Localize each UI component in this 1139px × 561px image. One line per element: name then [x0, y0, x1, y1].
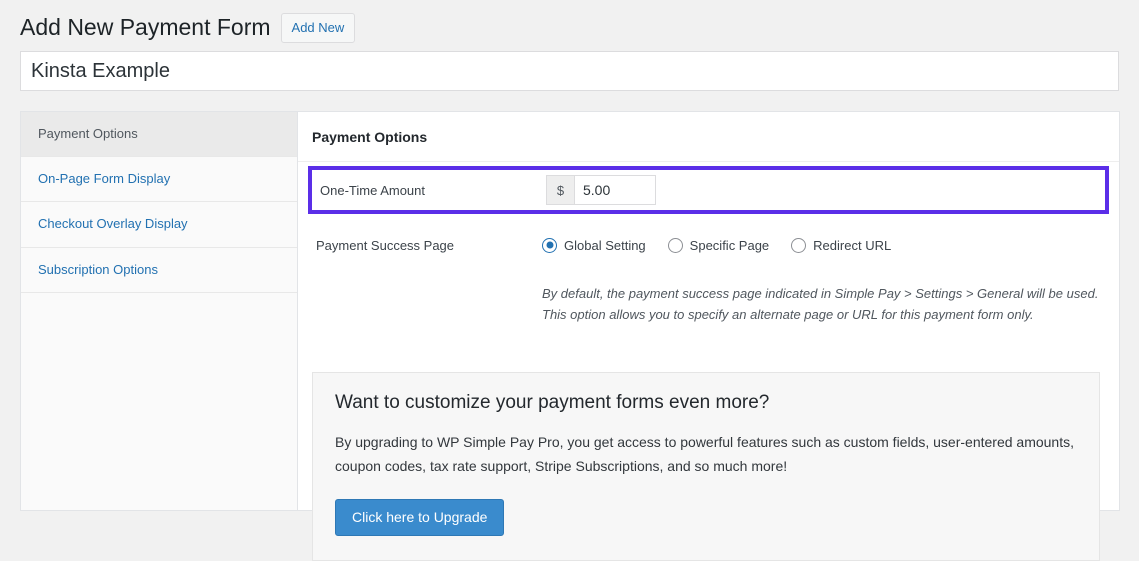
payment-form-metabox: Payment Options On-Page Form Display Che… — [20, 111, 1120, 561]
promo-text: By upgrading to WP Simple Pay Pro, you g… — [335, 434, 1074, 475]
tab-on-page-form-display[interactable]: On-Page Form Display — [21, 157, 297, 203]
settings-panel: Payment Options One-Time Amount $ Paymen… — [298, 112, 1119, 561]
radio-icon-selected — [542, 237, 557, 253]
settings-tab-list: Payment Options On-Page Form Display Che… — [21, 112, 298, 510]
amount-input[interactable] — [574, 175, 656, 205]
radio-label-redirect-url: Redirect URL — [813, 237, 892, 253]
panel-heading: Payment Options — [298, 112, 1119, 162]
form-title-wrapper — [0, 40, 1139, 91]
panel-body: One-Time Amount $ Payment Success Page G… — [298, 166, 1119, 561]
promo-title: Want to customize your payment forms eve… — [335, 391, 770, 413]
one-time-amount-row: One-Time Amount $ — [308, 166, 1109, 214]
payment-success-page-label: Payment Success Page — [316, 237, 455, 253]
radio-option-redirect-url[interactable]: Redirect URL — [791, 237, 892, 253]
description-line-1: By default, the payment success page ind… — [542, 286, 1099, 301]
radio-label-global-setting: Global Setting — [564, 237, 646, 253]
radio-icon-unselected — [791, 237, 807, 253]
amount-input-group: $ — [546, 175, 656, 205]
payment-success-page-field: Global Setting Specific Page Redirect UR… — [542, 237, 1105, 253]
upgrade-promo-box: Want to customize your payment forms eve… — [312, 371, 1100, 561]
radio-option-specific-page[interactable]: Specific Page — [667, 237, 770, 253]
upgrade-button[interactable]: Click here to Upgrade — [335, 498, 505, 536]
tab-subscription-options[interactable]: Subscription Options — [21, 247, 297, 293]
radio-icon-unselected — [667, 237, 683, 253]
radio-label-specific-page: Specific Page — [689, 237, 770, 253]
add-new-button[interactable]: Add New — [280, 13, 356, 43]
payment-success-page-description-row: By default, the payment success page ind… — [312, 266, 1105, 326]
form-title-input[interactable] — [20, 51, 1119, 91]
currency-symbol: $ — [546, 175, 574, 205]
payment-success-page-description: By default, the payment success page ind… — [542, 266, 1098, 326]
tab-checkout-overlay-display[interactable]: Checkout Overlay Display — [21, 202, 297, 248]
page-header: Add New Payment Form Add New — [0, 0, 1139, 43]
one-time-amount-label: One-Time Amount — [320, 182, 426, 198]
one-time-amount-field: $ — [546, 175, 1101, 205]
page-title: Add New Payment Form — [20, 14, 271, 41]
tab-payment-options[interactable]: Payment Options — [21, 112, 297, 158]
description-line-2: This option allows you to specify an alt… — [542, 306, 1034, 322]
radio-option-global-setting[interactable]: Global Setting — [542, 237, 646, 253]
success-page-radio-group: Global Setting Specific Page Redirect UR… — [542, 237, 913, 253]
payment-success-page-row: Payment Success Page Global Setting Spec… — [312, 214, 1105, 266]
